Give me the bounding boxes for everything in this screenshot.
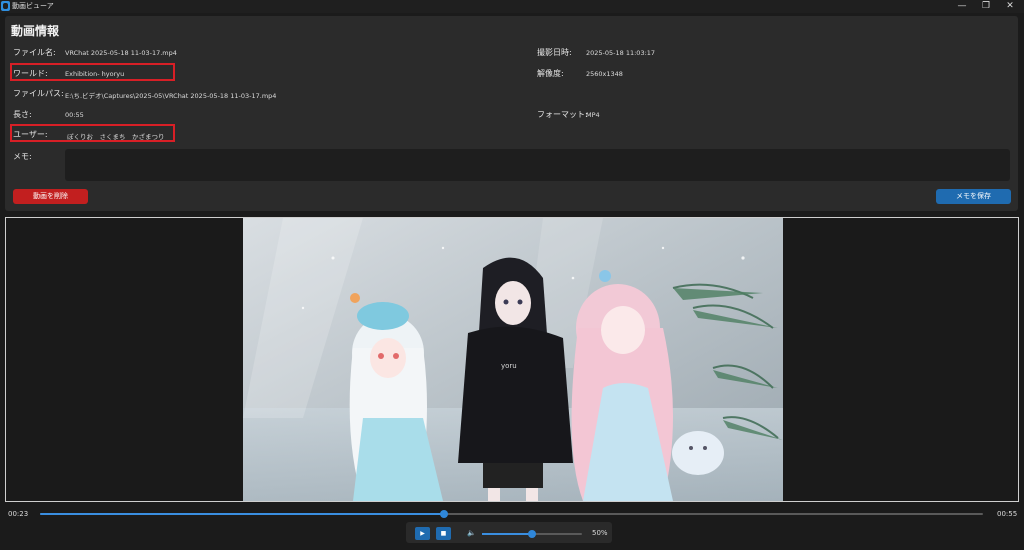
maximize-button[interactable]: ❐ — [976, 0, 996, 13]
world-value: Exhibition- hyoryu — [65, 70, 125, 78]
volume-handle[interactable] — [528, 530, 536, 538]
app-icon — [1, 1, 10, 11]
seek-bar[interactable] — [40, 510, 983, 518]
svg-text:yoru: yoru — [501, 362, 517, 370]
seek-progress — [40, 513, 444, 515]
panel-title: 動画情報 — [11, 24, 60, 38]
volume-percent: 50% — [592, 529, 608, 537]
stop-button[interactable]: ■ — [436, 527, 451, 540]
file-path-label: ファイルパス: — [13, 89, 64, 98]
memo-label: メモ: — [13, 152, 32, 161]
current-time: 00:23 — [8, 510, 29, 518]
video-info-panel: 動画情報 ファイル名: VRChat 2025-05-18 11-03-17.m… — [5, 16, 1018, 211]
duration-time: 00:55 — [997, 510, 1018, 518]
length-value: 00:55 — [65, 111, 84, 119]
resolution-label: 解像度: — [537, 69, 564, 78]
volume-slider[interactable] — [482, 530, 582, 538]
format-label: フォーマット: — [537, 110, 588, 119]
shot-date-label: 撮影日時: — [537, 48, 572, 57]
save-memo-button[interactable]: メモを保存 — [936, 189, 1011, 204]
memo-input[interactable] — [65, 149, 1010, 181]
seek-handle[interactable] — [439, 510, 448, 518]
shot-date-value: 2025-05-18 11:03:17 — [586, 49, 656, 57]
users-label: ユーザー: — [13, 130, 48, 139]
file-name-label: ファイル名: — [13, 48, 56, 57]
length-label: 長さ: — [13, 110, 32, 119]
playback-controls: ▶ ■ 🔈 50% — [406, 522, 612, 543]
play-button[interactable]: ▶ — [415, 527, 430, 540]
world-label: ワールド: — [13, 69, 48, 78]
play-icon: ▶ — [420, 530, 425, 537]
title-bar: 動画ビューア — ❐ ✕ — [0, 0, 1024, 13]
speaker-icon: 🔈 — [467, 529, 476, 537]
close-button[interactable]: ✕ — [1000, 0, 1020, 13]
stop-icon: ■ — [440, 530, 447, 537]
video-frame-image: yoru — [243, 218, 783, 501]
window-title: 動画ビューア — [12, 2, 54, 10]
file-name-value: VRChat 2025-05-18 11-03-17.mp4 — [65, 49, 177, 57]
delete-video-button[interactable]: 動画を削除 — [13, 189, 88, 204]
users-value: ぽくりお さくまち かざまつり — [67, 133, 165, 141]
format-value: MP4 — [586, 111, 600, 119]
volume-level — [482, 533, 532, 535]
file-path-value: E:\ち.ビデオ\Captures\2025-05\VRChat 2025-05… — [65, 92, 277, 100]
minimize-button[interactable]: — — [952, 0, 972, 13]
resolution-value: 2560x1348 — [586, 70, 623, 78]
video-player-area[interactable]: yoru — [5, 217, 1019, 502]
